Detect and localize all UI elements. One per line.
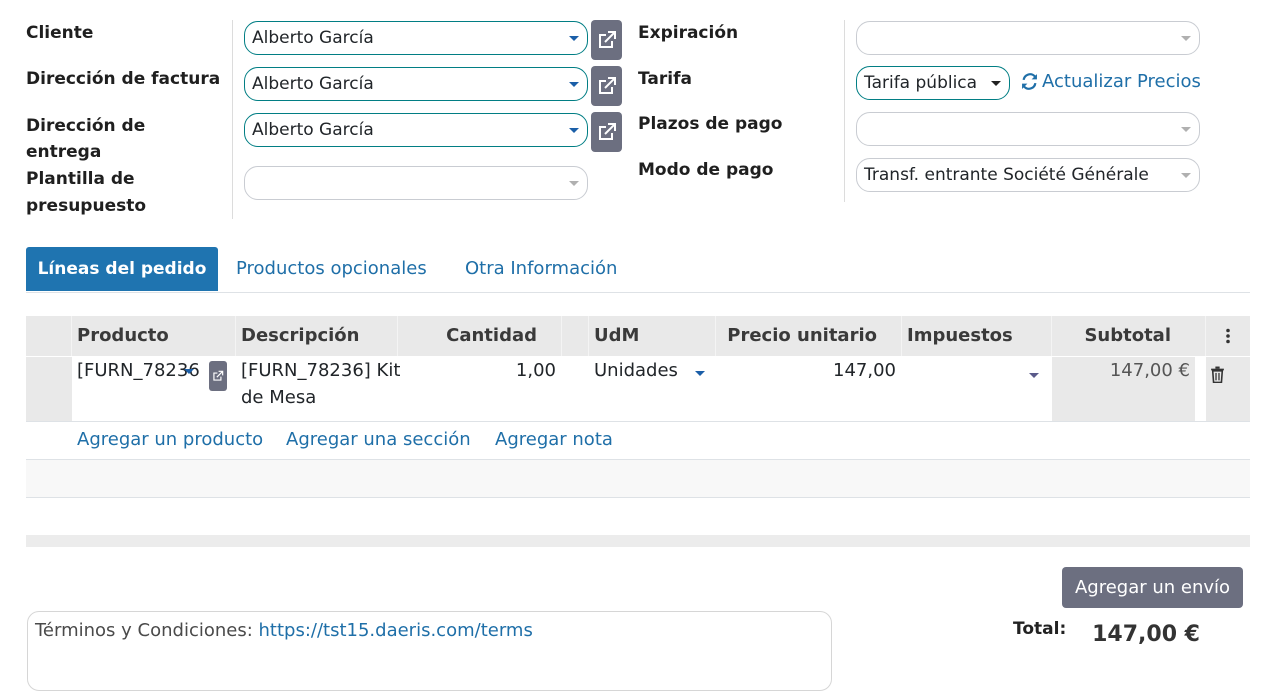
total-label: Total:: [1013, 619, 1067, 639]
chevron-down-icon: [569, 128, 579, 133]
cell-precio-unitario[interactable]: 147,00: [760, 357, 896, 384]
direccion-entrega-value: Alberto García: [252, 120, 374, 140]
right-column-separator: [844, 20, 845, 202]
delete-row-button[interactable]: [1210, 366, 1225, 387]
add-shipping-label: Agregar un envío: [1074, 577, 1231, 598]
th-spacer: [562, 316, 589, 356]
add-section-link[interactable]: Agregar una sección: [286, 429, 471, 450]
th-impuestos[interactable]: Impuestos: [902, 316, 1052, 356]
direccion-entrega-label-line1: Dirección de: [26, 116, 146, 136]
chevron-down-icon: [695, 371, 705, 376]
terms-prefix: Términos y Condiciones:: [35, 620, 253, 641]
actualizar-precios-link[interactable]: Actualizar Precios: [1021, 71, 1201, 92]
direccion-factura-select[interactable]: Alberto García: [244, 67, 588, 101]
cliente-select[interactable]: Alberto García: [244, 21, 588, 55]
refresh-icon: [1022, 73, 1037, 90]
tabs-underline: [26, 292, 1250, 293]
external-link-icon: [598, 77, 616, 94]
plazos-pago-label: Plazos de pago: [638, 114, 783, 134]
th-impuestos-label: Impuestos: [907, 325, 1013, 346]
th-cantidad[interactable]: Cantidad: [398, 316, 562, 356]
expiracion-label: Expiración: [638, 23, 739, 43]
tab-otra-informacion-label: Otra Información: [465, 258, 618, 279]
th-precio-label: Precio unitario: [727, 325, 877, 346]
cell-subtotal: 147,00 €: [1109, 360, 1190, 381]
tab-productos-opcionales-label: Productos opcionales: [236, 258, 427, 279]
th-subtotal-label: Subtotal: [1084, 325, 1171, 346]
th-udm[interactable]: UdM: [589, 316, 716, 356]
th-subtotal[interactable]: Subtotal: [1052, 316, 1206, 356]
add-note-link[interactable]: Agregar nota: [495, 429, 613, 450]
tarifa-value: Tarifa pública: [864, 73, 978, 93]
cell-producto[interactable]: [FURN_78236]: [77, 357, 201, 384]
cell-udm[interactable]: Unidades: [594, 357, 678, 384]
th-descripcion[interactable]: Descripción: [236, 316, 398, 356]
add-shipping-button[interactable]: Agregar un envío: [1062, 567, 1243, 608]
chevron-down-icon: [184, 369, 194, 374]
terms-conditions-field[interactable]: Términos y Condiciones: https://tst15.da…: [27, 611, 832, 691]
external-link-icon: [598, 123, 616, 140]
modo-pago-select[interactable]: Transf. entrante Société Générale: [856, 158, 1200, 192]
row-divider: [26, 497, 1250, 498]
table-handle-header: [26, 316, 72, 356]
cliente-label: Cliente: [26, 23, 94, 43]
expiracion-input[interactable]: [856, 21, 1200, 55]
row-divider: [26, 421, 1250, 422]
plantilla-presupuesto-select[interactable]: [244, 166, 588, 200]
total-value: 147,00 €: [1092, 622, 1200, 647]
th-precio-unitario[interactable]: Precio unitario: [716, 316, 902, 356]
plantilla-label-line1: Plantilla de: [26, 169, 135, 189]
left-column-separator: [232, 20, 233, 219]
horizontal-scrollbar[interactable]: [26, 535, 1250, 547]
direccion-factura-external-link-button[interactable]: [591, 66, 622, 106]
terms-link[interactable]: https://tst15.daeris.com/terms: [259, 620, 533, 641]
direccion-entrega-label-line2: entrega: [26, 142, 102, 162]
chevron-down-icon: [569, 181, 579, 186]
direccion-factura-label: Dirección de factura: [26, 69, 221, 89]
plazos-pago-select[interactable]: [856, 112, 1200, 146]
th-udm-label: UdM: [594, 325, 640, 346]
chevron-down-icon: [1181, 36, 1191, 41]
tab-lineas-pedido[interactable]: Líneas del pedido: [26, 247, 218, 291]
chevron-down-icon: [569, 82, 579, 87]
chevron-down-icon: [1181, 127, 1191, 132]
plantilla-label-line2: presupuesto: [26, 196, 147, 216]
th-cantidad-label: Cantidad: [446, 325, 537, 346]
tarifa-label: Tarifa: [638, 69, 692, 89]
trash-icon: [1211, 366, 1224, 384]
modo-pago-value: Transf. entrante Société Générale: [864, 165, 1149, 185]
kebab-menu-icon: [1226, 328, 1230, 344]
empty-row: [26, 460, 1250, 497]
row-handle[interactable]: [26, 357, 72, 421]
cell-cantidad[interactable]: 1,00: [440, 357, 556, 384]
modo-pago-label: Modo de pago: [638, 160, 774, 180]
tab-productos-opcionales[interactable]: Productos opcionales: [236, 258, 427, 279]
th-producto[interactable]: Producto: [72, 316, 236, 356]
cell-descripcion-line1[interactable]: [FURN_78236] Kit: [241, 357, 400, 384]
cell-descripcion-line2[interactable]: de Mesa: [241, 384, 316, 411]
add-product-link[interactable]: Agregar un producto: [77, 429, 263, 450]
external-link-icon: [598, 31, 616, 48]
direccion-factura-value: Alberto García: [252, 74, 374, 94]
chevron-down-icon: [1181, 173, 1191, 178]
chevron-down-icon: [569, 36, 579, 41]
external-link-icon: [213, 370, 224, 381]
direccion-entrega-external-link-button[interactable]: [591, 112, 622, 152]
tab-otra-informacion[interactable]: Otra Información: [465, 258, 617, 279]
cliente-value: Alberto García: [252, 28, 374, 48]
chevron-down-icon: [1029, 373, 1039, 378]
tarifa-select[interactable]: Tarifa pública: [856, 66, 1010, 100]
tab-lineas-pedido-label: Líneas del pedido: [37, 259, 207, 279]
chevron-down-icon: [991, 81, 1001, 86]
actualizar-precios-label: Actualizar Precios: [1042, 71, 1201, 92]
producto-external-link-button[interactable]: [209, 361, 227, 391]
th-producto-label: Producto: [77, 325, 169, 346]
th-descripcion-label: Descripción: [241, 325, 360, 346]
direccion-entrega-select[interactable]: Alberto García: [244, 113, 588, 147]
cliente-external-link-button[interactable]: [591, 20, 622, 60]
column-options-button[interactable]: [1206, 316, 1250, 356]
